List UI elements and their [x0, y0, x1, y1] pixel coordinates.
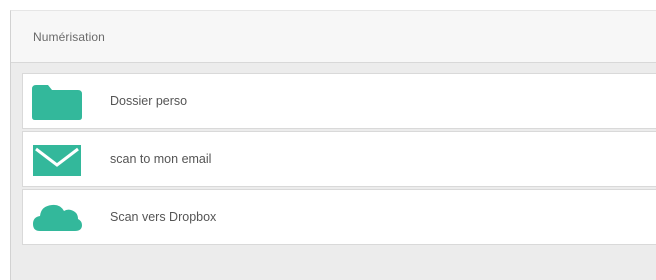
envelope-icon [33, 145, 81, 176]
scan-destination-list: Dossier perso scan to mon email Scan ver… [22, 73, 656, 247]
list-item-label: Scan vers Dropbox [110, 210, 217, 224]
scan-destination-dossier-perso[interactable]: Dossier perso [22, 73, 656, 129]
cloud-icon [33, 204, 82, 231]
panel-header: Numérisation [11, 11, 656, 63]
scan-destination-email[interactable]: scan to mon email [22, 131, 656, 187]
scan-panel: Numérisation Dossier perso scan to mon e… [10, 10, 656, 280]
scan-destination-dropbox[interactable]: Scan vers Dropbox [22, 189, 656, 245]
list-item-label: scan to mon email [110, 152, 212, 166]
page-title: Numérisation [33, 30, 105, 44]
folder-icon [32, 85, 82, 120]
list-item-label: Dossier perso [110, 94, 188, 108]
